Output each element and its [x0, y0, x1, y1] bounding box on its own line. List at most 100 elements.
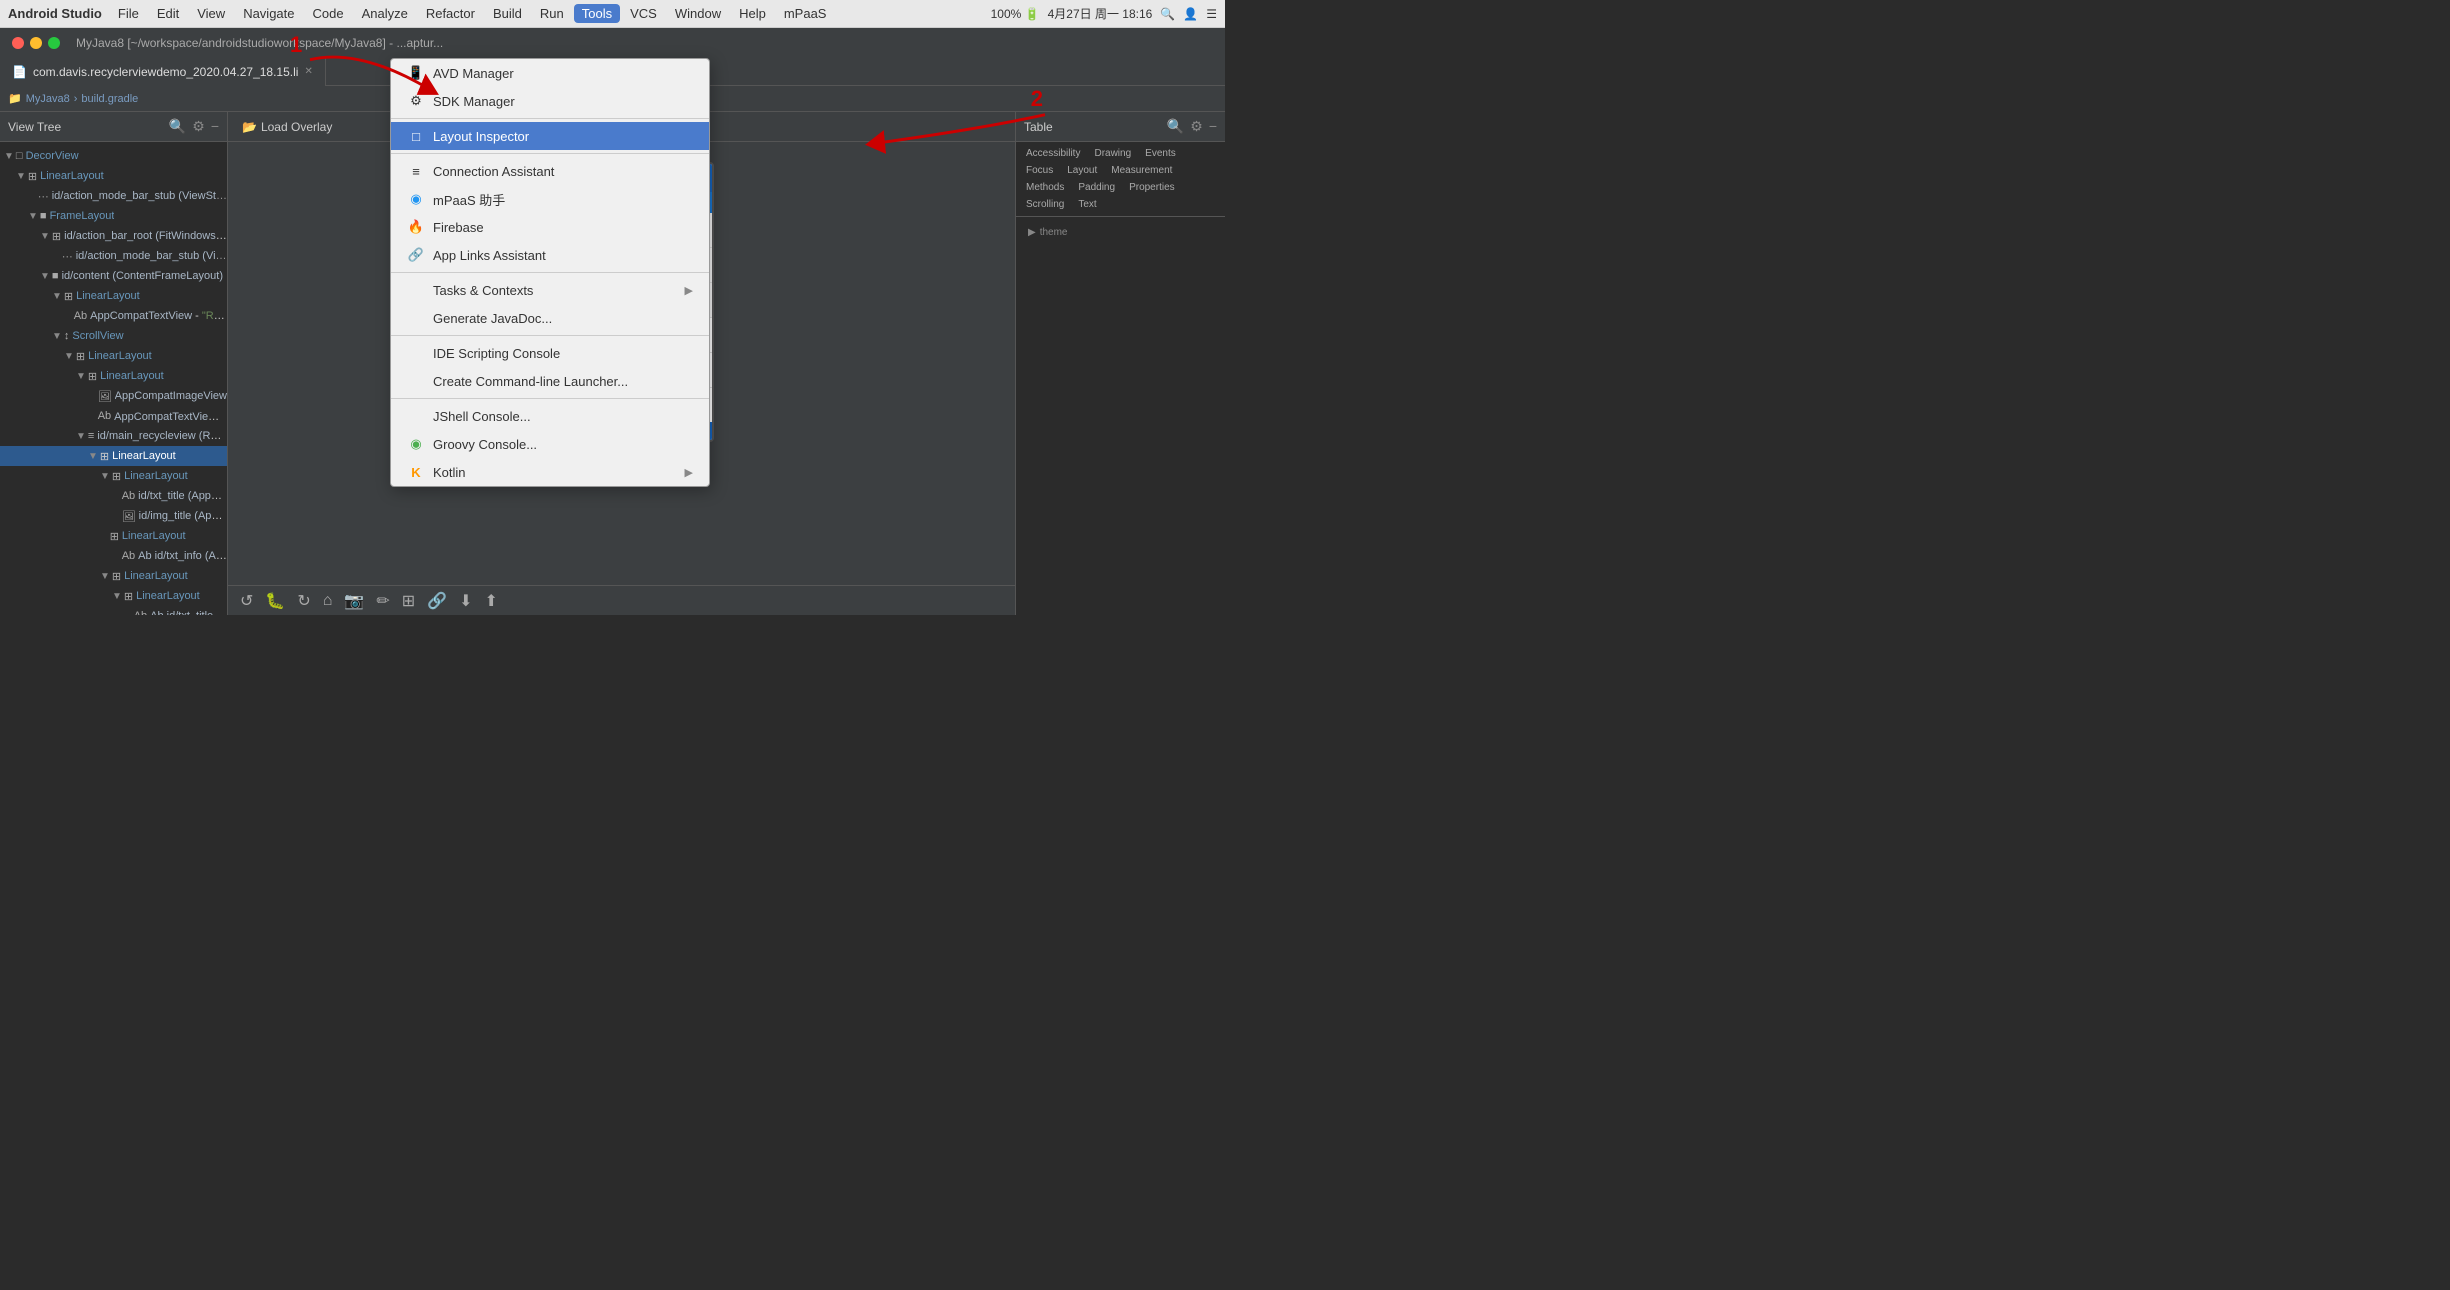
menu-item-avd-manager[interactable]: 📱 AVD Manager [391, 59, 709, 87]
tab-scrolling[interactable]: Scrolling [1020, 197, 1070, 212]
menu-run[interactable]: Run [532, 4, 572, 23]
tree-item-actionbar-root[interactable]: ▼ ⊞ id/action_bar_root (FitWindowsLinear… [0, 226, 227, 246]
sdk-icon: ⚙ [407, 93, 425, 109]
tab-layout[interactable]: Layout [1061, 163, 1103, 178]
tree-item-actionbar-stub[interactable]: ▶ ⋯ id/action_mode_bar_stub (ViewStub) [0, 186, 227, 206]
tab-focus[interactable]: Focus [1020, 163, 1059, 178]
tools-dropdown-menu[interactable]: 📱 AVD Manager ⚙ SDK Manager □ Layout Ins… [390, 58, 710, 487]
link-icon[interactable]: 🔗 [423, 589, 451, 613]
menu-file[interactable]: File [110, 4, 147, 23]
tree-item-recycler[interactable]: ▼ ≡ id/main_recycleview (RecyclerV' [0, 426, 227, 446]
tree-item-imageview-1[interactable]: ▶ 🖼 AppCompatImageView [0, 386, 227, 406]
tree-item-txt-info-1[interactable]: ▶ Ab Ab id/txt_info (AppComp [0, 546, 227, 566]
maximize-button[interactable] [48, 37, 60, 49]
expand-arrow: ▼ [40, 271, 50, 282]
tree-item-linearlayout-4[interactable]: ▼ ⊞ LinearLayout [0, 366, 227, 386]
menu-item-groovy[interactable]: ◉ Groovy Console... [391, 430, 709, 458]
tree-item-txt-title-1[interactable]: ▶ Ab id/txt_title (AppComp [0, 486, 227, 506]
tree-item-txt-title-2[interactable]: ▶ Ab Ab id/txt_title (AppComp [0, 606, 227, 615]
tab-text[interactable]: Text [1072, 197, 1102, 212]
menu-item-layout-inspector[interactable]: □ Layout Inspector [391, 122, 709, 150]
minimize-panel-icon[interactable]: − [211, 118, 219, 135]
load-overlay-button[interactable]: 📂 Load Overlay [236, 118, 338, 136]
tasks-label: Tasks & Contexts [433, 283, 533, 298]
bug-icon[interactable]: 🐛 [261, 589, 289, 613]
menu-edit[interactable]: Edit [149, 4, 187, 23]
close-button[interactable] [12, 37, 24, 49]
menu-item-javadoc[interactable]: Generate JavaDoc... [391, 304, 709, 332]
search-icon[interactable]: 🔍 [169, 118, 186, 135]
tree-item-framelayout[interactable]: ▼ ■ FrameLayout [0, 206, 227, 226]
menu-view[interactable]: View [189, 4, 233, 23]
view-icon: □ [16, 150, 23, 162]
search-icon[interactable]: 🔍 [1160, 7, 1175, 21]
settings-icon[interactable]: ⚙ [1190, 118, 1203, 135]
menu-item-kotlin[interactable]: K Kotlin ▶ [391, 458, 709, 486]
tree-item-textview-1[interactable]: ▶ Ab AppCompatTextView - "RecyclerVie [0, 306, 227, 326]
refresh-icon[interactable]: ↻ [293, 589, 314, 613]
user-icon[interactable]: 👤 [1183, 7, 1198, 21]
search-icon[interactable]: 🔍 [1167, 118, 1184, 135]
minimize-button[interactable] [30, 37, 42, 49]
download-icon[interactable]: ⬇ [455, 589, 476, 613]
menu-refactor[interactable]: Refactor [418, 4, 483, 23]
tab-main[interactable]: 📄 com.davis.recyclerviewdemo_2020.04.27_… [0, 58, 326, 86]
menu-item-tasks[interactable]: Tasks & Contexts ▶ [391, 276, 709, 304]
tree-item-textview-2[interactable]: ▶ Ab AppCompatTextView - "航 [0, 406, 227, 426]
capture-icon[interactable]: 📷 [340, 589, 368, 613]
tab-methods[interactable]: Methods [1020, 180, 1070, 195]
home-icon[interactable]: ⌂ [319, 590, 337, 612]
menu-item-firebase[interactable]: 🔥 Firebase [391, 213, 709, 241]
menu-vcs[interactable]: VCS [622, 4, 665, 23]
menu-tools[interactable]: Tools [574, 4, 620, 23]
menu-item-jshell[interactable]: JShell Console... [391, 402, 709, 430]
tree-item-ll-inner3[interactable]: ▼ ⊞ LinearLayout [0, 566, 227, 586]
tab-measurement[interactable]: Measurement [1105, 163, 1178, 178]
menu-help[interactable]: Help [731, 4, 774, 23]
tab-accessibility[interactable]: Accessibility [1020, 146, 1086, 161]
menu-code[interactable]: Code [305, 4, 352, 23]
menu-analyze[interactable]: Analyze [354, 4, 416, 23]
menu-item-cmdline[interactable]: Create Command-line Launcher... [391, 367, 709, 395]
settings-icon[interactable]: ⚙ [192, 118, 205, 135]
menu-item-connection-assistant[interactable]: ≡ Connection Assistant [391, 157, 709, 185]
menu-navigate[interactable]: Navigate [235, 4, 302, 23]
tree-item-ll-inner1[interactable]: ▼ ⊞ LinearLayout [0, 466, 227, 486]
tab-close-button[interactable]: ✕ [304, 66, 312, 77]
tree-item-linearlayout-3[interactable]: ▼ ⊞ LinearLayout [0, 346, 227, 366]
tab-events[interactable]: Events [1139, 146, 1182, 161]
tab-drawing[interactable]: Drawing [1088, 146, 1137, 161]
layout-icon: ⊞ [52, 230, 61, 243]
theme-section-title[interactable]: ▶ theme [1024, 225, 1217, 240]
tab-padding[interactable]: Padding [1072, 180, 1121, 195]
tree-item-content[interactable]: ▼ ■ id/content (ContentFrameLayout) [0, 266, 227, 286]
tree-item-linearlayout-2[interactable]: ▼ ⊞ LinearLayout [0, 286, 227, 306]
tree-item-linearlayout-selected[interactable]: ▼ ⊞ LinearLayout [0, 446, 227, 466]
menu-item-ide-scripting[interactable]: IDE Scripting Console [391, 339, 709, 367]
menu-window[interactable]: Window [667, 4, 729, 23]
menu-mpaas[interactable]: mPaaS [776, 4, 835, 23]
upload-icon[interactable]: ⬆ [480, 589, 501, 613]
menu-item-sdk-manager[interactable]: ⚙ SDK Manager [391, 87, 709, 115]
tree-item-linearlayout-1[interactable]: ▼ ⊞ LinearLayout [0, 166, 227, 186]
expand-arrow: ▼ [40, 231, 50, 242]
minimize-panel-icon[interactable]: − [1209, 118, 1217, 135]
breadcrumb-file: build.gradle [81, 93, 138, 105]
edit-icon[interactable]: ✏ [372, 589, 393, 613]
rotate-icon[interactable]: ↺ [236, 589, 257, 613]
tree-label: LinearLayout [100, 370, 164, 382]
tree-item-decorview[interactable]: ▼ □ DecorView [0, 146, 227, 166]
tree-item-ll-inner2[interactable]: ▶ ⊞ LinearLayout [0, 526, 227, 546]
tree-item-ll-inner4[interactable]: ▼ ⊞ LinearLayout [0, 586, 227, 606]
menu-item-app-links[interactable]: 🔗 App Links Assistant [391, 241, 709, 269]
tree-item-actionbar-stub2[interactable]: ▶ ⋯ id/action_mode_bar_stub (ViewStubCom… [0, 246, 227, 266]
menu-icon[interactable]: ☰ [1206, 7, 1217, 21]
menu-item-mpaas[interactable]: ◉ mPaaS 助手 [391, 185, 709, 213]
expand-arrow: ▼ [100, 471, 110, 482]
tab-properties[interactable]: Properties [1123, 180, 1181, 195]
tree-item-scrollview[interactable]: ▼ ↕ ScrollView [0, 326, 227, 346]
grid-icon[interactable]: ⊞ [398, 589, 419, 613]
menu-build[interactable]: Build [485, 4, 530, 23]
app-links-icon: 🔗 [407, 247, 425, 263]
tree-item-img-title-1[interactable]: ▶ 🖼 id/img_title (AppComp [0, 506, 227, 526]
